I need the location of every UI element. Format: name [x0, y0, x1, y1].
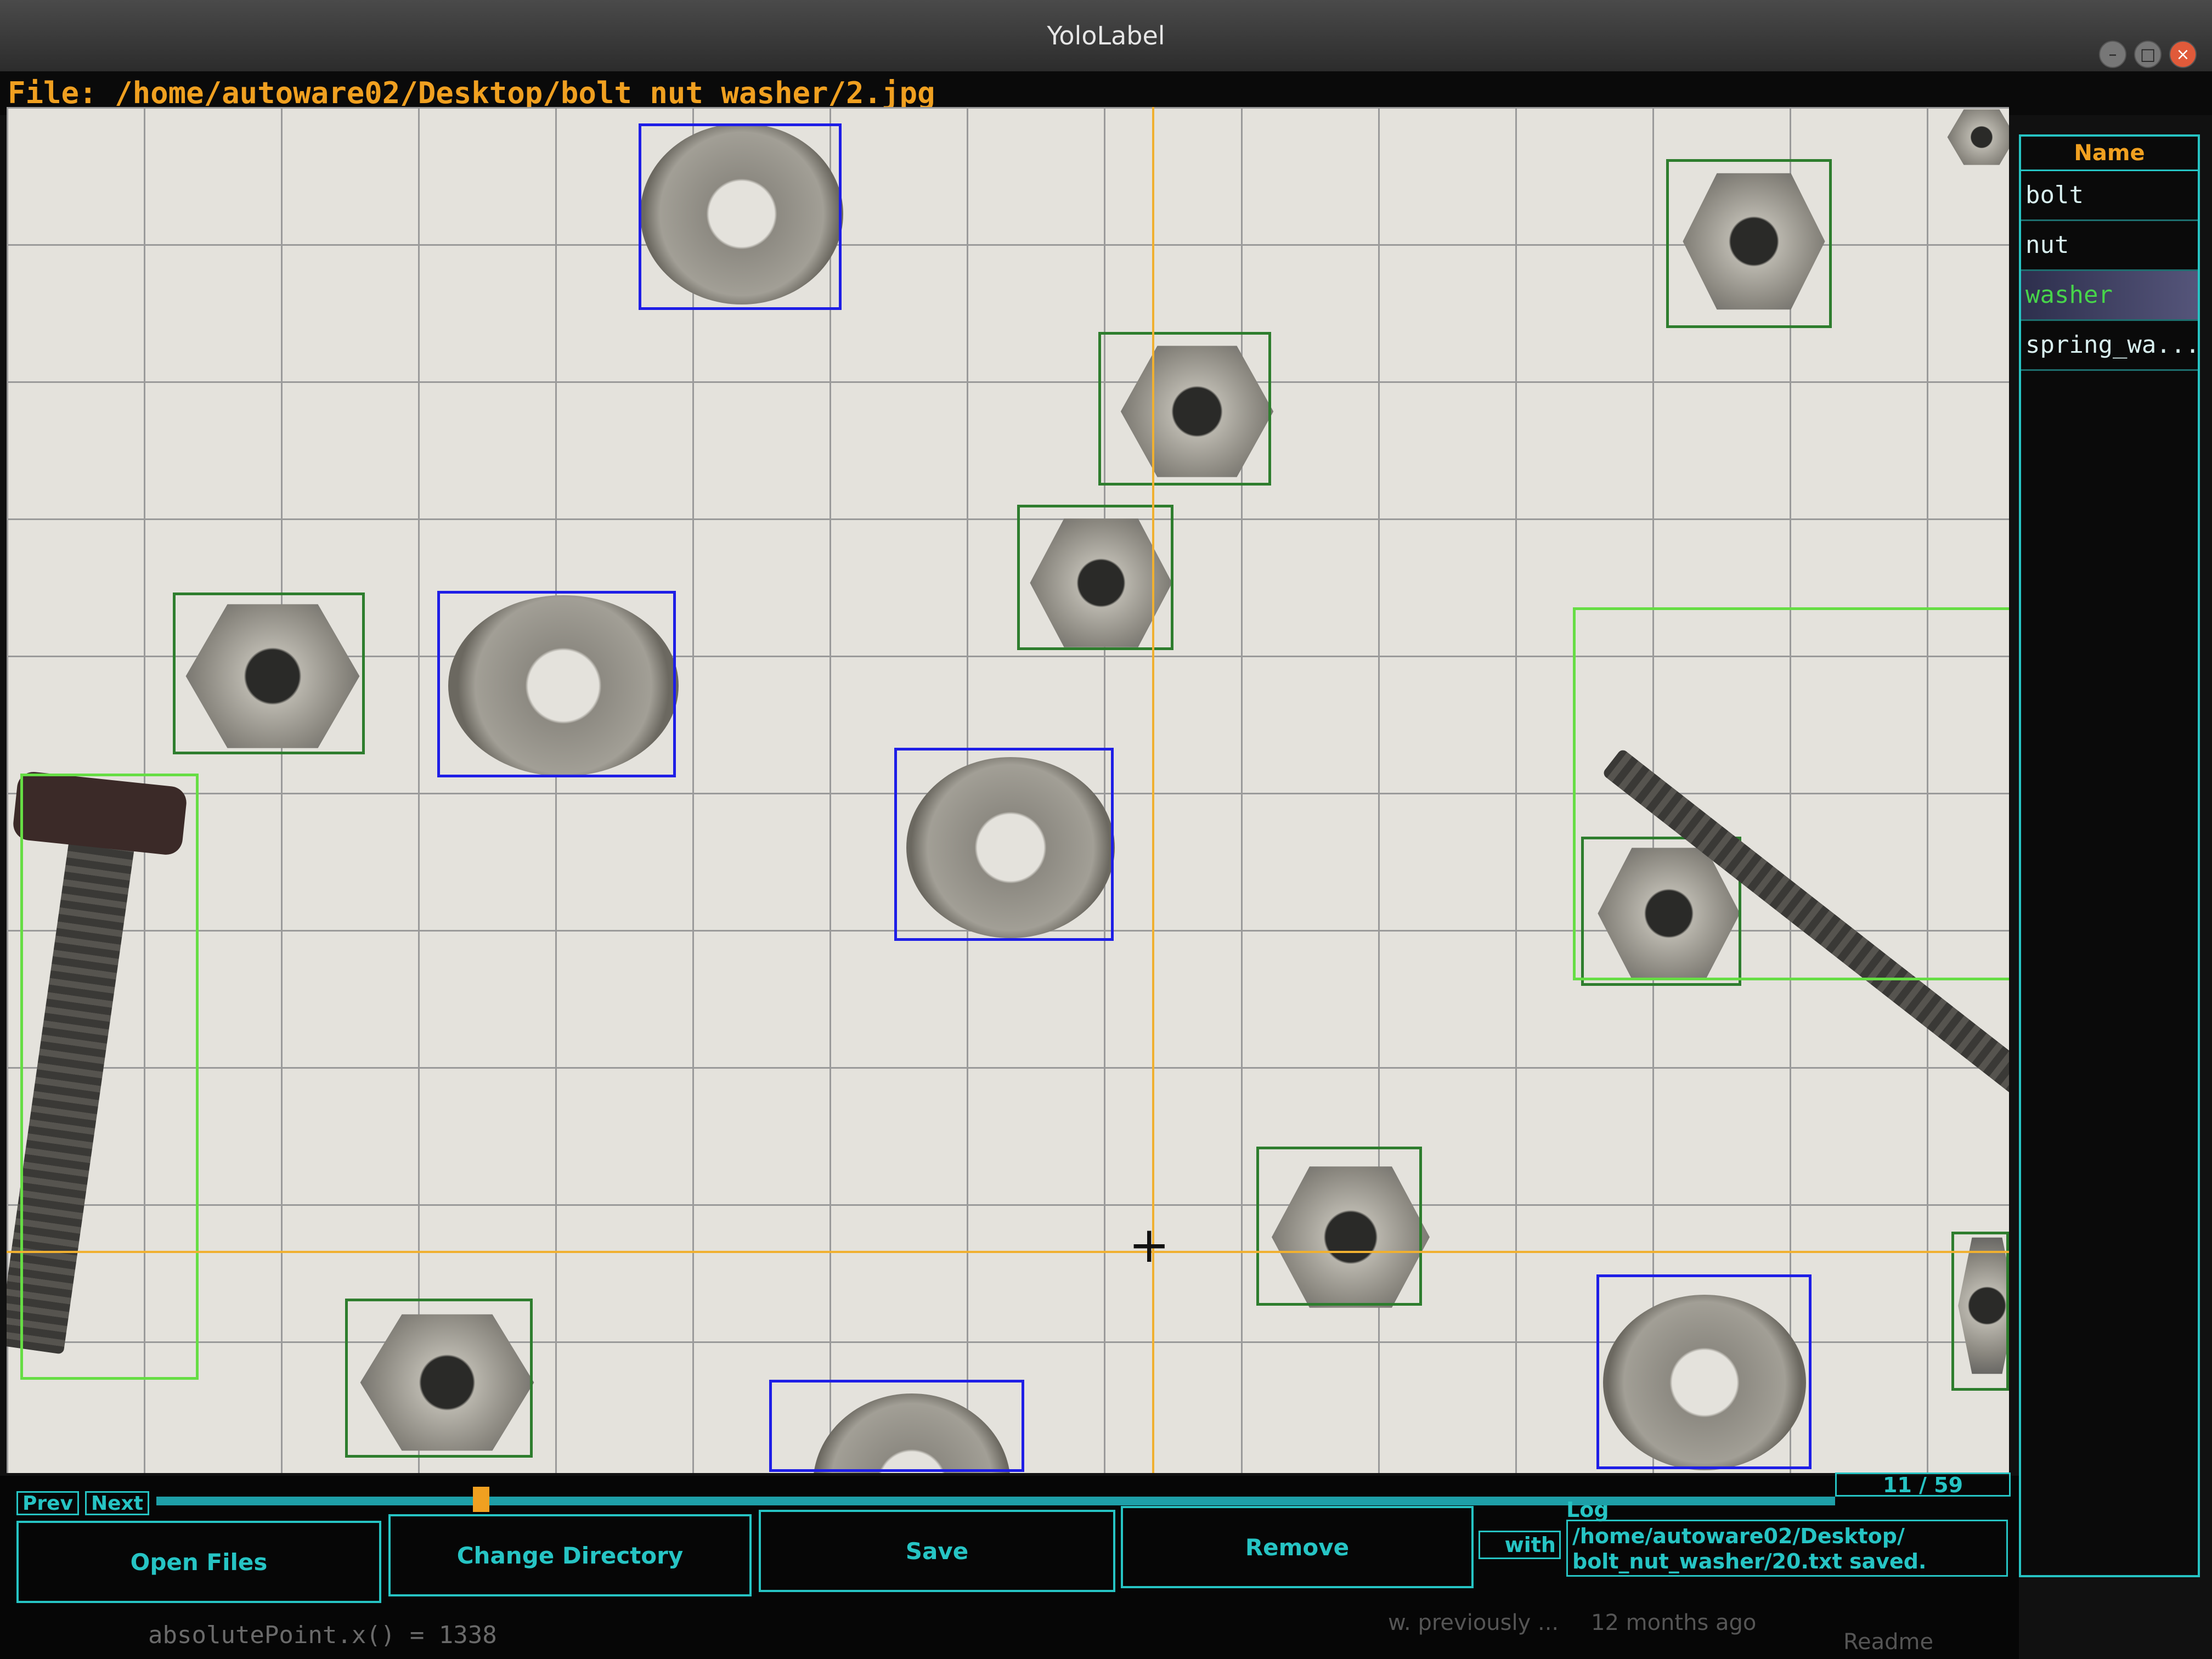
nut-bounding-box[interactable]	[1098, 332, 1271, 486]
window-titlebar: YoloLabel – □ ×	[0, 0, 2212, 71]
prev-button[interactable]: Prev	[16, 1491, 80, 1515]
nut-bounding-box[interactable]	[173, 592, 365, 754]
label-list-header: Name	[2021, 137, 2198, 171]
washer-bounding-box[interactable]	[437, 591, 676, 777]
minimize-icon[interactable]: –	[2099, 41, 2126, 68]
image-counter: 11 / 59	[1835, 1472, 2011, 1497]
background-code-text: absolutePoint.x() = 1338	[148, 1621, 497, 1649]
washer-bounding-box[interactable]	[769, 1380, 1024, 1472]
nut-bounding-box[interactable]	[1666, 159, 1832, 328]
nut-bounding-box[interactable]	[345, 1299, 533, 1458]
washer-bounding-box[interactable]	[1596, 1274, 1812, 1469]
maximize-icon[interactable]: □	[2134, 41, 2162, 68]
window-controls: – □ ×	[2099, 41, 2197, 68]
log-line: /home/autoware02/Desktop/	[1572, 1524, 1905, 1548]
change-directory-button[interactable]: Change Directory	[388, 1514, 752, 1596]
next-button[interactable]: Next	[85, 1491, 149, 1515]
background-readme-text: Readme	[1843, 1629, 1934, 1655]
background-time-text: 12 months ago	[1591, 1610, 1757, 1635]
label-item-washer[interactable]: washer	[2021, 271, 2198, 321]
partial-with-label: with	[1479, 1531, 1561, 1559]
log-label: Log	[1566, 1498, 1609, 1522]
washer-bounding-box[interactable]	[639, 123, 842, 310]
label-item-spring-washer[interactable]: spring_wa...	[2021, 321, 2200, 371]
log-line: bolt_nut_washer/20.txt saved.	[1572, 1549, 1927, 1573]
bolt-bounding-box[interactable]	[20, 774, 199, 1380]
close-icon[interactable]: ×	[2169, 41, 2197, 68]
open-files-button[interactable]: Open Files	[16, 1521, 381, 1603]
image-slider-thumb[interactable]	[473, 1487, 489, 1512]
crosshair-horizontal	[7, 1251, 2009, 1253]
nut-bounding-box[interactable]	[1017, 505, 1173, 650]
crosshair-cursor-icon: +	[1128, 1216, 1170, 1274]
background-commit-text: w. previously ...	[1388, 1610, 1559, 1635]
log-output: /home/autoware02/Desktop/ bolt_nut_washe…	[1566, 1520, 2008, 1577]
remove-button[interactable]: Remove	[1121, 1506, 1474, 1588]
nut-object	[1947, 109, 2009, 165]
save-button[interactable]: Save	[759, 1510, 1115, 1592]
label-list-panel: Name bolt nut washer spring_wa...	[2019, 134, 2200, 1577]
nut-bounding-box[interactable]	[1951, 1232, 2009, 1391]
nut-bounding-box[interactable]	[1256, 1147, 1422, 1306]
window-title: YoloLabel	[1047, 21, 1165, 50]
bolt-bounding-box[interactable]	[1573, 607, 2009, 980]
label-item-nut[interactable]: nut	[2021, 221, 2198, 271]
image-canvas[interactable]: +	[7, 107, 2009, 1473]
label-item-bolt[interactable]: bolt	[2021, 171, 2198, 221]
washer-bounding-box[interactable]	[894, 748, 1114, 941]
